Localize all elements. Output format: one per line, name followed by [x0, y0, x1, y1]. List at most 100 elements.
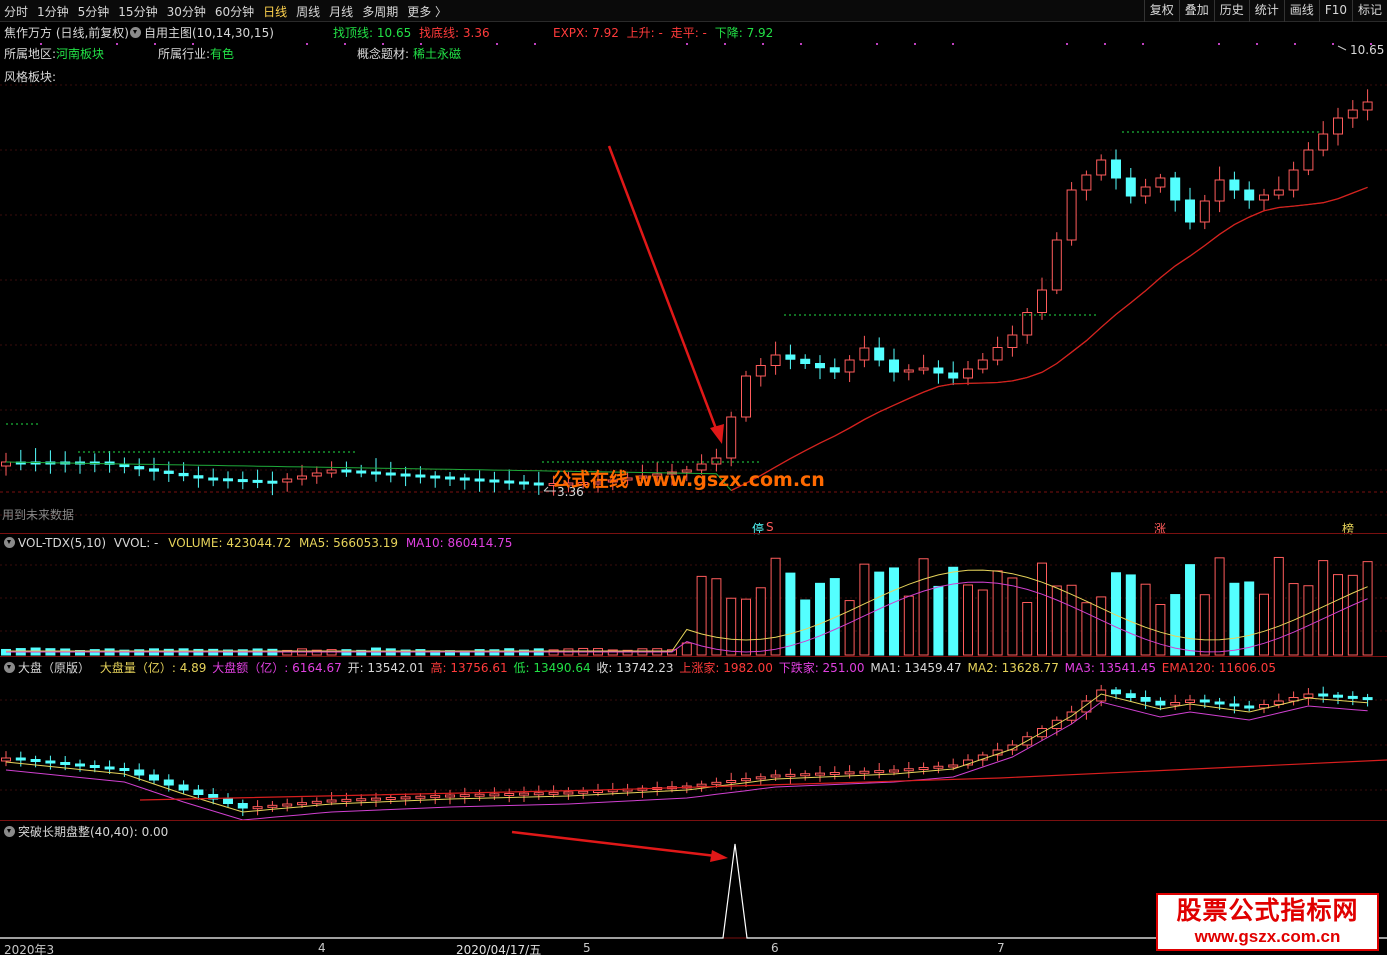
future-data-note: 用到未来数据 — [2, 508, 75, 522]
market-candle-body — [223, 798, 233, 804]
candle-body — [504, 480, 515, 484]
market-candle-body — [800, 773, 811, 777]
signal-dot — [1332, 43, 1334, 45]
market-candle-body — [445, 794, 455, 798]
candle-body — [178, 472, 189, 477]
candle-body — [371, 471, 381, 475]
signal-dot — [1142, 43, 1144, 45]
market-candle-body — [1362, 697, 1373, 701]
signal-dot — [724, 43, 726, 45]
market-candle-body — [282, 803, 293, 807]
market-open-value: 开: 13542.01 — [347, 661, 425, 675]
indicator-name: 自用主图(10,14,30,15) — [144, 26, 274, 40]
market-ma2-value: MA2: 13628.77 — [967, 661, 1059, 675]
main-indicator[interactable]: 自用主图(10,14,30,15) — [130, 24, 274, 41]
industry-value[interactable]: 有色 — [210, 47, 234, 61]
candle-body — [1288, 169, 1299, 191]
volume-bar — [948, 566, 959, 656]
market-candle-body — [874, 770, 885, 774]
candle-body — [1362, 101, 1373, 111]
market-candle-body — [45, 760, 56, 764]
dropdown-icon[interactable] — [4, 662, 15, 673]
candle-body — [1037, 289, 1047, 313]
watermark-url: www.gszx.com.cn — [1194, 927, 1341, 946]
candle-body — [474, 478, 485, 482]
signal-dot — [154, 43, 156, 45]
region-label: 所属地区: — [4, 47, 57, 61]
market-candle-body — [1318, 693, 1329, 697]
market-candle-body — [1096, 689, 1107, 702]
market-candle-body — [252, 806, 263, 810]
breakout-title: 突破长期盘整(40,40) — [18, 825, 134, 839]
flat-value: 走平: - — [670, 26, 707, 40]
candle-body — [326, 469, 337, 474]
market-candle-body — [1140, 697, 1151, 702]
vol-ma5-value: MA5: 566053.19 — [299, 536, 398, 550]
market-candle-body — [519, 792, 529, 796]
candle-body — [844, 359, 855, 373]
volume-bar — [1051, 585, 1062, 656]
marker-s: S — [766, 520, 774, 534]
market-candle-body — [1, 757, 11, 762]
market-candle-body — [696, 783, 707, 787]
volume-bar — [696, 575, 707, 656]
dropdown-icon[interactable] — [130, 27, 141, 38]
panel-separator-2 — [0, 656, 1387, 657]
concept-value[interactable]: 稀土永磁 — [413, 47, 461, 61]
volume-bar — [1199, 594, 1210, 656]
candle-body — [948, 372, 959, 379]
volume-bar — [1037, 562, 1047, 656]
candle-body — [430, 475, 441, 479]
arrow-line — [511, 830, 717, 858]
style-row: 风格板块: — [4, 68, 56, 85]
candle-body — [208, 477, 219, 481]
volume-bar — [977, 589, 988, 656]
candle-body — [741, 375, 751, 418]
candle-body — [341, 469, 352, 473]
volume-bar — [755, 587, 766, 656]
volume-bar — [1170, 594, 1181, 656]
volume-bar — [933, 585, 944, 656]
style-label: 风格板块: — [4, 70, 57, 84]
market-candle-body — [15, 757, 26, 761]
market-candle-body — [1303, 693, 1314, 698]
site-watermark: 公式在线 www.gszx.com.cn — [552, 469, 825, 491]
volume-bar — [741, 598, 751, 656]
market-candle-body — [1333, 694, 1343, 698]
marker-list: 榜 — [1342, 522, 1355, 536]
candle-body — [1273, 189, 1284, 196]
signal-dot — [1294, 43, 1296, 45]
market-candle-body — [1185, 699, 1195, 703]
market-candle-body — [785, 773, 796, 777]
candle-body — [1066, 189, 1077, 241]
market-candle-body — [474, 793, 485, 797]
region-value[interactable]: 河南板块 — [56, 47, 104, 61]
candle-body — [415, 474, 426, 478]
candle-body — [311, 472, 322, 477]
red-ma-line — [730, 186, 1368, 492]
candle-body — [459, 477, 470, 481]
candle-body — [963, 368, 973, 379]
candle-body — [1081, 174, 1092, 191]
indicator-values: 找顶线: 10.65 找底线: 3.36 — [333, 24, 490, 41]
market-amt-value: 大盘额（亿）: 6164.67 — [212, 661, 342, 675]
signal-dot — [914, 43, 916, 45]
candle-body — [1170, 177, 1181, 201]
market-candle-body — [844, 771, 855, 775]
volume-bar — [1362, 561, 1373, 656]
signal-dot — [534, 43, 536, 45]
market-candle-body — [770, 774, 781, 778]
marker-halt: 停 — [752, 522, 765, 536]
market-low-value: 低: 13490.64 — [513, 661, 591, 675]
market-candle-body — [948, 764, 959, 768]
dropdown-icon[interactable] — [4, 826, 15, 837]
market-candle-body — [430, 795, 441, 799]
market-candle-body — [1229, 703, 1240, 707]
dropdown-icon[interactable] — [4, 537, 15, 548]
candle-body — [1303, 149, 1314, 171]
candle-body — [400, 473, 411, 477]
volume-bar — [859, 563, 870, 656]
arrow-head — [710, 850, 728, 862]
market-ma1-value: MA1: 13459.47 — [870, 661, 962, 675]
market-header: 大盘（原版） 大盘量（亿）: 4.89 大盘额（亿）: 6164.67 开: 1… — [4, 659, 1276, 676]
